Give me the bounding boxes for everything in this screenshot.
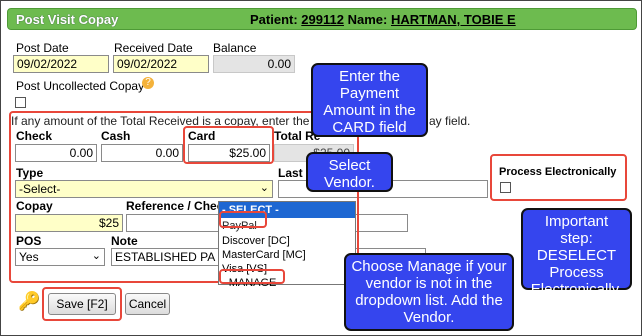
post-date-label: Post Date xyxy=(16,41,69,55)
key-icon: 🔑 xyxy=(18,291,41,311)
post-uncollected-checkbox[interactable] xyxy=(15,97,26,108)
post-date-input[interactable]: 09/02/2022 xyxy=(13,55,109,73)
received-date-label: Received Date xyxy=(114,41,193,55)
dropdown-option[interactable]: Discover [DC] xyxy=(219,234,355,248)
copay-notice-right: ay field. xyxy=(429,114,471,128)
patient-id-link[interactable]: 299112 xyxy=(301,12,344,27)
callout-manage: Choose Manage if your vendor is not in t… xyxy=(344,253,514,331)
dropdown-option[interactable]: MasterCard [MC] xyxy=(219,248,355,262)
patient-label: Patient: xyxy=(250,12,298,27)
balance-label: Balance xyxy=(213,41,257,55)
post-uncollected-label: Post Uncollected Copay xyxy=(16,79,145,93)
help-icon[interactable]: ? xyxy=(142,77,154,89)
balance-field: 0.00 xyxy=(213,55,295,73)
patient-info: Patient: 299112 Name: HARTMAN, TOBIE E xyxy=(250,12,516,27)
paypal-highlight xyxy=(219,211,267,228)
patient-name-link[interactable]: HARTMAN, TOBIE E xyxy=(391,12,516,27)
save-highlight xyxy=(42,287,122,321)
callout-deselect: Important step: DESELECT Process Electro… xyxy=(521,208,632,298)
received-date-input[interactable]: 09/02/2022 xyxy=(113,55,209,73)
callout-card: Enter the Payment Amount in the CARD fie… xyxy=(311,63,428,137)
cancel-button[interactable]: Cancel xyxy=(125,293,170,315)
manage-highlight xyxy=(219,269,285,284)
callout-vendor: Select Vendor. xyxy=(306,152,393,192)
dialog-title: Post Visit Copay xyxy=(16,12,119,27)
post-visit-copay-dialog: Post Visit Copay Patient: 299112 Name: H… xyxy=(0,0,642,336)
title-bar: Post Visit Copay Patient: 299112 Name: H… xyxy=(7,8,637,30)
name-label: Name: xyxy=(347,12,388,27)
process-highlight xyxy=(490,154,627,201)
